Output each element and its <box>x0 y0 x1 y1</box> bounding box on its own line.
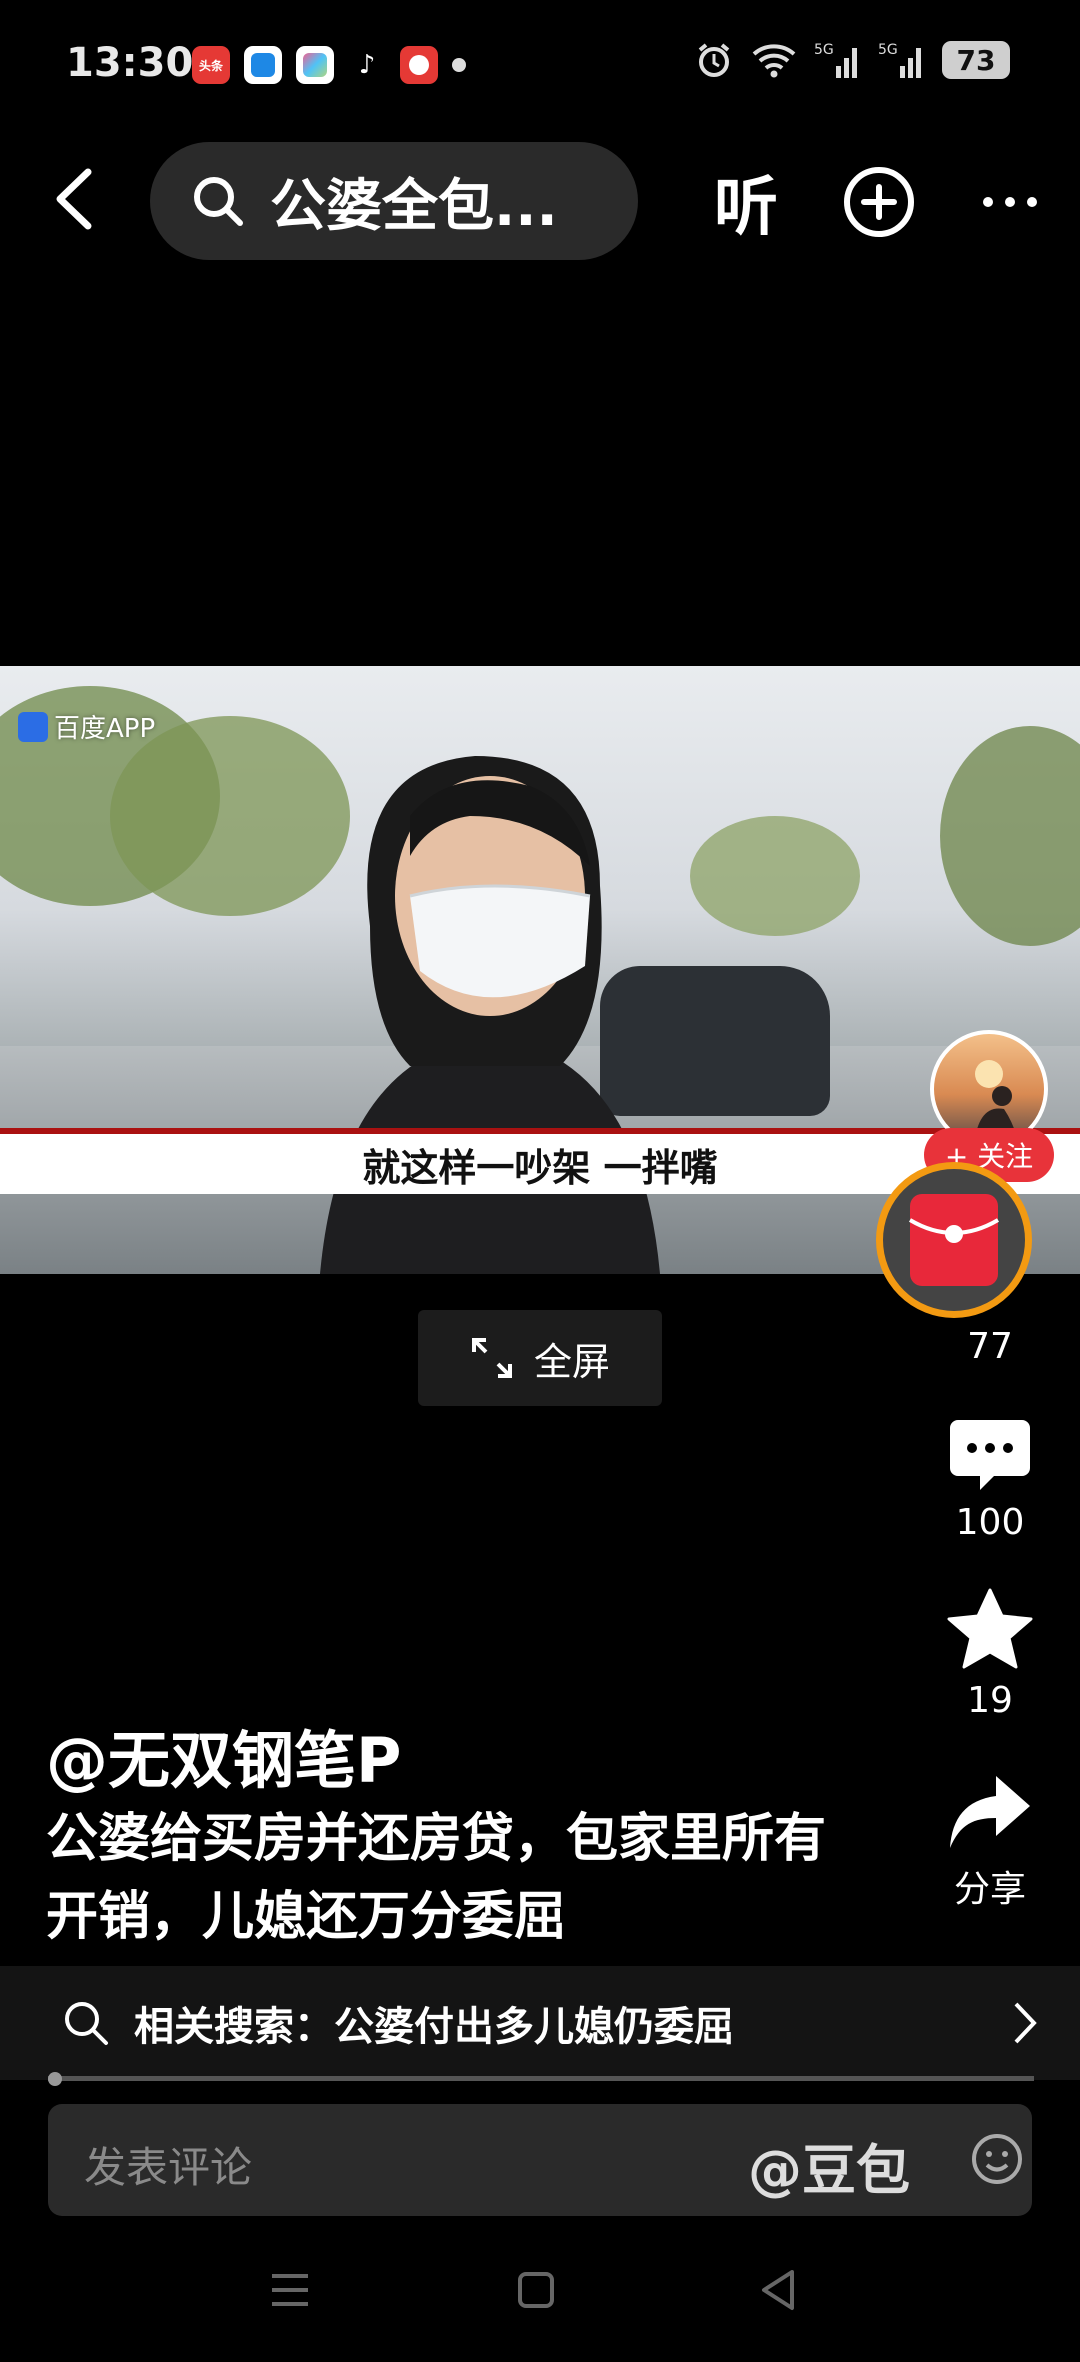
status-indicators: 5G 5G 73 <box>694 40 1010 80</box>
share-label: 分享 <box>953 1869 1026 1910</box>
like-count: 77 <box>967 1326 1013 1367</box>
menu-icon[interactable] <box>268 2270 312 2310</box>
status-time: 13:30 <box>66 40 194 86</box>
back-icon[interactable] <box>40 164 110 234</box>
related-search-text: 相关搜索：公婆付出多儿媳仍委屈 <box>134 2004 734 2050</box>
browser-app-icon <box>244 46 282 84</box>
baidu-logo-icon <box>18 711 48 742</box>
red-packet-icon <box>908 1194 1000 1286</box>
fullscreen-label: 全屏 <box>533 1339 610 1384</box>
toutiao-app-icon: 头条 <box>192 46 230 84</box>
comment-icon <box>950 1420 1030 1490</box>
fullscreen-button[interactable]: 全屏 <box>418 1310 662 1406</box>
back-nav-icon[interactable] <box>758 2268 798 2312</box>
notification-icons: 头条 ♪ <box>192 46 466 84</box>
like-action[interactable]: 77 <box>920 1322 1060 1367</box>
post-description: 公婆给买房并还房贷，包家里所有开销，儿媳还万分委屈 <box>46 1809 827 1947</box>
signal-5g-icon-2: 5G <box>878 42 921 78</box>
wifi-icon <box>752 44 796 78</box>
battery-indicator: 73 <box>942 41 1010 79</box>
share-icon <box>950 1776 1030 1848</box>
home-icon[interactable] <box>516 2270 556 2310</box>
alarm-icon <box>698 43 730 77</box>
progress-handle[interactable] <box>48 2072 62 2086</box>
svg-text:5G: 5G <box>878 42 898 58</box>
favorite-count: 19 <box>967 1680 1013 1721</box>
star-icon <box>947 1588 1033 1669</box>
photos-app-icon <box>296 46 334 84</box>
emoji-icon[interactable] <box>970 2132 1024 2186</box>
search-query: 公婆全包... <box>270 173 558 239</box>
add-icon[interactable] <box>842 165 916 239</box>
share-action[interactable]: 分享 <box>920 1772 1060 1912</box>
expand-icon <box>471 1338 512 1378</box>
signal-5g-icon: 5G <box>814 42 857 78</box>
comment-count: 100 <box>955 1502 1025 1543</box>
watermark-text: 百度APP <box>54 714 156 744</box>
favorite-action[interactable]: 19 <box>920 1588 1060 1721</box>
background-tree <box>690 816 860 936</box>
red-packet-button[interactable] <box>876 1162 1032 1318</box>
system-nav-bar <box>0 2240 1080 2362</box>
mention-doubao[interactable]: @豆包 <box>748 2126 910 2205</box>
related-search-bar[interactable]: 相关搜索：公婆付出多儿媳仍委屈 <box>0 1966 1080 2080</box>
chevron-right-icon <box>1014 2002 1037 2044</box>
svg-text:5G: 5G <box>814 42 834 58</box>
listen-button[interactable]: 听 <box>714 156 778 248</box>
search-icon <box>194 177 243 226</box>
video-progress-bar[interactable] <box>48 2076 1034 2081</box>
tiktok-app-icon: ♪ <box>348 46 386 84</box>
watermark: 百度APP <box>18 708 155 745</box>
shopping-app-icon <box>400 46 438 84</box>
comment-placeholder: 发表评论 <box>84 2143 253 2192</box>
status-bar: 13:30 头条 ♪ 5G 5G 73 <box>0 0 1080 130</box>
comment-input[interactable]: 发表评论 @豆包 <box>48 2104 1032 2216</box>
background-tree <box>940 726 1080 946</box>
more-icon[interactable] <box>980 192 1040 212</box>
author-name[interactable]: @无双钢笔P <box>46 1710 401 1800</box>
search-icon <box>65 2002 108 2045</box>
comment-action[interactable]: 100 <box>920 1416 1060 1543</box>
top-bar: 公婆全包... 听 <box>0 140 1080 260</box>
video-subtitle: 就这样一吵架 一拌嘴 <box>362 1145 718 1190</box>
search-box[interactable]: 公婆全包... <box>150 142 638 260</box>
more-notifications-icon <box>452 58 466 72</box>
